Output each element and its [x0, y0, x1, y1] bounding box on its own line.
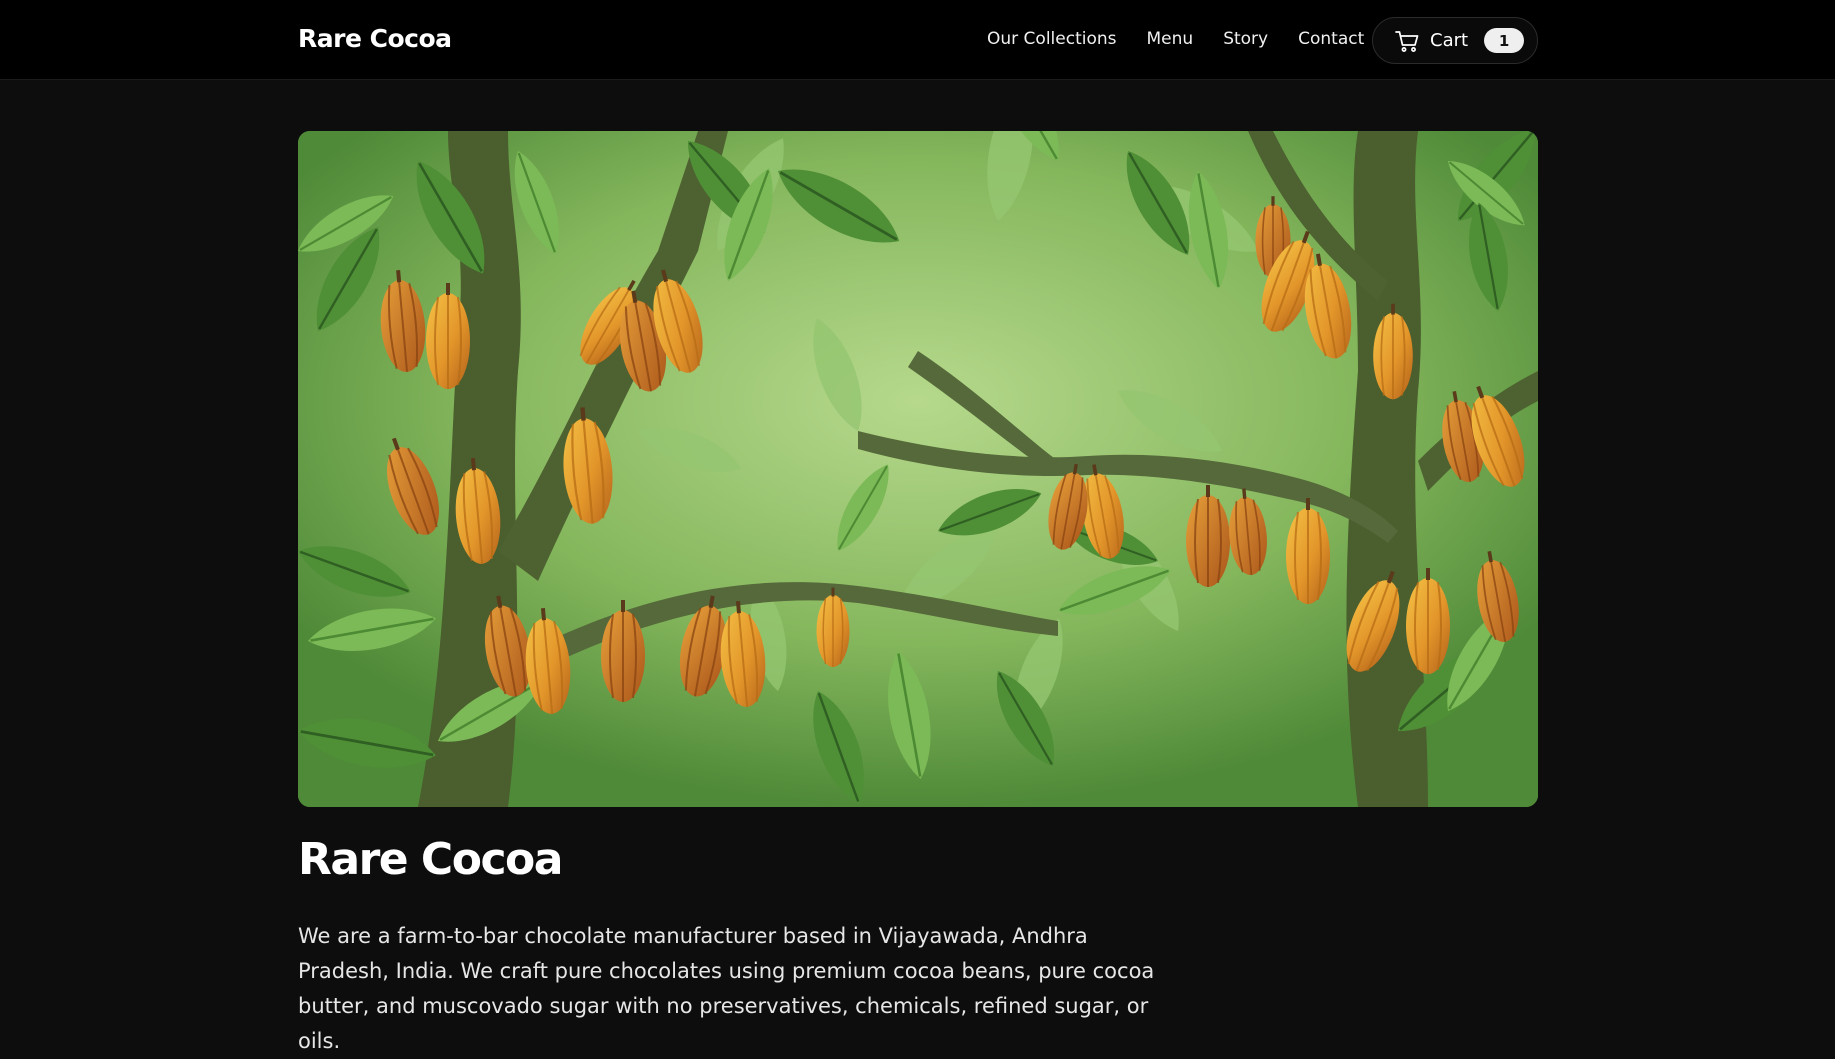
cart-label: Cart: [1430, 30, 1469, 51]
nav-contact[interactable]: Contact: [1298, 29, 1364, 49]
nav-our-collections[interactable]: Our Collections: [987, 29, 1117, 49]
nav-story[interactable]: Story: [1223, 29, 1268, 49]
hero-image: [298, 131, 1538, 807]
main-nav: Our Collections Menu Story Contact: [987, 29, 1364, 49]
brand-logo[interactable]: Rare Cocoa: [298, 24, 452, 53]
page-title: Rare Cocoa: [298, 834, 563, 885]
cart-icon: [1395, 30, 1419, 52]
site-header: Rare Cocoa Our Collections Menu Story Co…: [0, 0, 1835, 80]
nav-menu[interactable]: Menu: [1147, 29, 1194, 49]
intro-paragraph: We are a farm-to-bar chocolate manufactu…: [298, 924, 1155, 1053]
cart-count-badge: 1: [1484, 28, 1525, 53]
cart-button[interactable]: Cart 1: [1372, 17, 1538, 64]
